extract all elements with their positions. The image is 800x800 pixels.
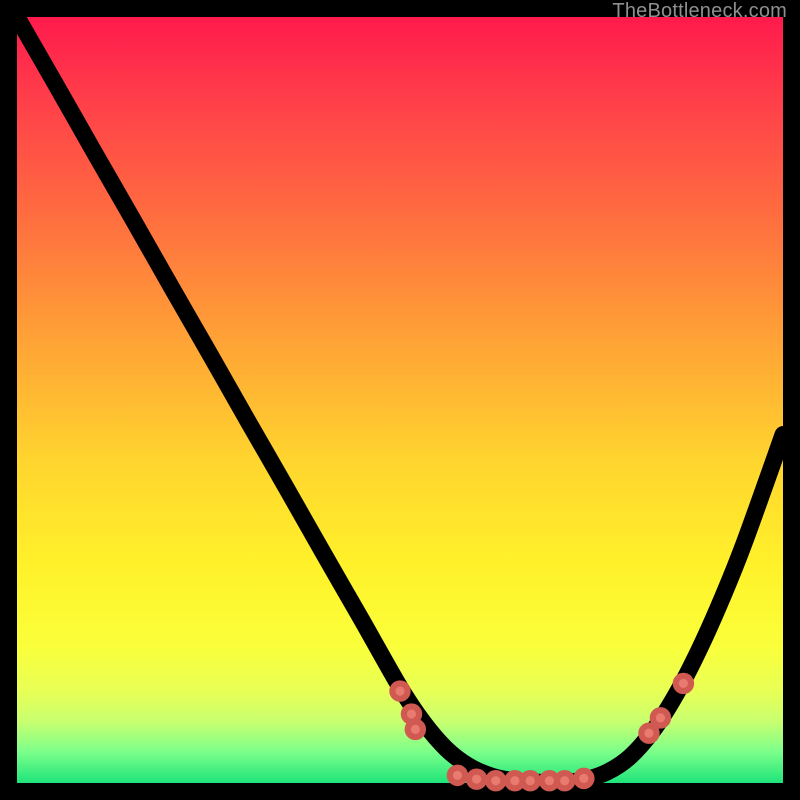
chart-frame: TheBottleneck.com (17, 17, 783, 783)
data-dot (392, 683, 407, 698)
bottleneck-plot (17, 17, 783, 783)
data-dot (653, 710, 668, 725)
data-dot (450, 768, 465, 783)
watermark-text: TheBottleneck.com (612, 0, 787, 23)
data-dot (557, 773, 572, 788)
bottleneck-curve (17, 17, 783, 782)
data-dot (576, 771, 591, 786)
data-dot (469, 772, 484, 787)
data-dot (408, 722, 423, 737)
data-dot (676, 676, 691, 691)
data-dot (523, 773, 538, 788)
data-dot (488, 773, 503, 788)
data-dot (641, 726, 656, 741)
